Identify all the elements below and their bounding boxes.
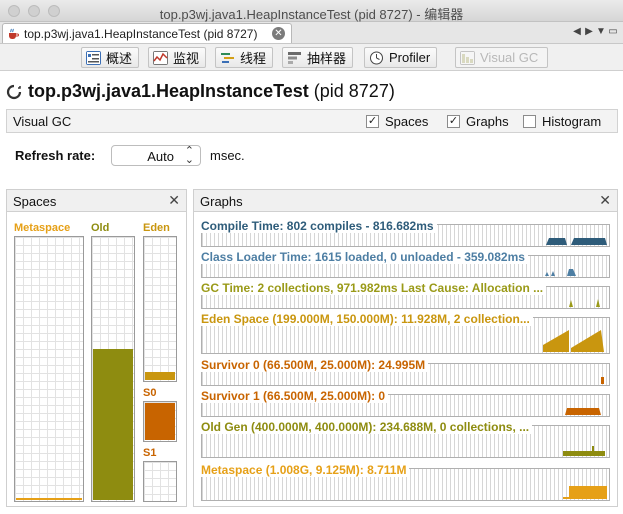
graph-label: Old Gen (400.000M, 400.000M): 234.688M, … xyxy=(201,420,533,434)
tab-visual-gc[interactable]: Visual GC xyxy=(455,47,548,68)
tab-sampler-label: 抽样器 xyxy=(307,51,347,66)
tab-threads-label: 线程 xyxy=(240,51,267,66)
document-tab[interactable]: top.p3wj.java1.HeapInstanceTest (pid 872… xyxy=(2,23,292,43)
graphs-checkbox-label: Graphs xyxy=(466,114,509,129)
graph-survivor-1: Survivor 1 (66.500M, 25.000M): 0 xyxy=(201,389,610,417)
tab-overview[interactable]: 概述 xyxy=(81,47,140,68)
close-spaces-panel-icon[interactable]: ✕ xyxy=(168,192,180,209)
space-gauge xyxy=(91,236,135,502)
histogram-checkbox-label: Histogram xyxy=(542,114,602,129)
graph-survivor-0: Survivor 0 (66.500M, 25.000M): 24.995M xyxy=(201,358,610,386)
space-gauge xyxy=(143,461,177,502)
space-name: Eden xyxy=(143,222,170,234)
visual-gc-icon xyxy=(460,50,475,65)
tab-threads[interactable]: 线程 xyxy=(215,47,274,68)
graph-label: Survivor 1 (66.500M, 25.000M): 0 xyxy=(201,389,389,403)
close-tab-icon[interactable]: ✕ xyxy=(272,27,285,40)
tab-scroll-left-icon[interactable]: ◀ xyxy=(571,26,583,37)
space-old: Old xyxy=(91,222,135,502)
graph-label: Metaspace (1.008G, 9.125M): 8.711M xyxy=(201,463,410,477)
tab-scroll-controls: ◀ ▶ ▼ ▭ xyxy=(571,26,619,37)
spaces-panel-header: Spaces ✕ xyxy=(7,190,186,212)
tab-scroll-right-icon[interactable]: ▶ xyxy=(583,26,595,37)
graph-old-gen: Old Gen (400.000M, 400.000M): 234.688M, … xyxy=(201,420,610,458)
space-name: Metaspace xyxy=(14,222,71,234)
visualvm-window: top.p3wj.java1.HeapInstanceTest (pid 872… xyxy=(0,0,623,514)
tab-list-icon[interactable]: ▼ xyxy=(595,26,607,37)
threads-icon xyxy=(221,52,234,63)
graph-label: Compile Time: 802 compiles - 816.682ms xyxy=(201,219,437,233)
graphs-panel: Graphs ✕ Compile Time: 802 compiles - 81… xyxy=(193,189,618,507)
app-name: top.p3wj.java1.HeapInstanceTest xyxy=(28,81,309,101)
graph-metaspace: Metaspace (1.008G, 9.125M): 8.711M xyxy=(201,463,610,501)
space-name: Old xyxy=(91,222,110,234)
view-tab-toolbar: 概述 监视 线程 抽样器 Profiler Visual GC xyxy=(0,44,623,71)
app-pid: (pid 8727) xyxy=(313,81,395,101)
tab-profiler-label: Profiler xyxy=(389,50,431,65)
refresh-rate-select[interactable]: Auto ⌃ ⌄ xyxy=(111,145,201,166)
refresh-rate-label: Refresh rate: xyxy=(15,148,96,163)
graph-gc-time: GC Time: 2 collections, 971.982ms Last C… xyxy=(201,281,610,309)
histogram-checkbox[interactable]: Histogram xyxy=(523,114,601,129)
sampler-icon xyxy=(288,51,301,64)
space-s0: S0 xyxy=(143,387,177,442)
space-gauge xyxy=(143,236,177,382)
java-cup-icon xyxy=(9,28,19,39)
page-title: top.p3wj.java1.HeapInstanceTest (pid 872… xyxy=(6,81,395,102)
space-gauge xyxy=(143,401,177,442)
updown-caret-icon: ⌃ ⌄ xyxy=(184,145,194,166)
graphs-check-icon: ✓ xyxy=(447,115,460,128)
spaces-check-icon: ✓ xyxy=(366,115,379,128)
graphs-checkbox[interactable]: ✓ Graphs xyxy=(447,114,509,129)
monitor-icon xyxy=(153,50,168,65)
tab-profiler[interactable]: Profiler xyxy=(364,47,438,68)
refresh-rate-value: Auto xyxy=(147,149,174,164)
spaces-panel: Spaces ✕ Metaspace Old Eden S0 S1 xyxy=(6,189,187,507)
tab-monitor-label: 监视 xyxy=(173,51,200,66)
graphs-panel-header: Graphs ✕ xyxy=(194,190,617,212)
spaces-checkbox-label: Spaces xyxy=(385,114,429,129)
window-title: top.p3wj.java1.HeapInstanceTest (pid 872… xyxy=(159,7,464,22)
document-tab-bar: top.p3wj.java1.HeapInstanceTest (pid 872… xyxy=(0,22,623,44)
space-gauge xyxy=(14,236,84,502)
graph-label: Eden Space (199.000M, 150.000M): 11.928M… xyxy=(201,312,533,326)
title-bar: top.p3wj.java1.HeapInstanceTest (pid 872… xyxy=(0,0,623,22)
histogram-check-box xyxy=(523,115,536,128)
graph-label: GC Time: 2 collections, 971.982ms Last C… xyxy=(201,281,547,295)
close-graphs-panel-icon[interactable]: ✕ xyxy=(599,192,611,209)
graph-compile-time: Compile Time: 802 compiles - 816.682ms xyxy=(201,219,610,247)
space-fill xyxy=(145,403,175,440)
profiler-icon xyxy=(370,51,383,64)
visual-gc-options-bar: Visual GC ✓ Spaces ✓ Graphs Histogram xyxy=(6,109,618,133)
space-fill xyxy=(145,371,175,380)
graphs-panel-title: Graphs xyxy=(200,194,243,209)
space-fill xyxy=(16,498,82,500)
graph-eden-space: Eden Space (199.000M, 150.000M): 11.928M… xyxy=(201,312,610,354)
loading-spinner-icon xyxy=(6,84,22,99)
tab-sampler[interactable]: 抽样器 xyxy=(282,47,354,68)
spaces-checkbox[interactable]: ✓ Spaces xyxy=(366,114,428,129)
document-tab-label: top.p3wj.java1.HeapInstanceTest (pid 872… xyxy=(24,26,258,41)
graph-label: Class Loader Time: 1615 loaded, 0 unload… xyxy=(201,250,528,264)
graph-label: Survivor 0 (66.500M, 25.000M): 24.995M xyxy=(201,358,429,372)
space-s1: S1 xyxy=(143,447,177,502)
space-name: S0 xyxy=(143,387,157,399)
space-eden: Eden xyxy=(143,222,177,382)
tab-overview-label: 概述 xyxy=(106,51,133,66)
spaces-panel-title: Spaces xyxy=(13,194,57,209)
refresh-rate-unit: msec. xyxy=(210,148,245,163)
tab-visual-gc-label: Visual GC xyxy=(480,50,539,65)
tab-monitor[interactable]: 监视 xyxy=(148,47,207,68)
graph-class-loader-time: Class Loader Time: 1615 loaded, 0 unload… xyxy=(201,250,610,278)
space-fill xyxy=(93,348,133,500)
space-metaspace: Metaspace xyxy=(14,222,84,502)
maximize-icon[interactable]: ▭ xyxy=(607,26,619,37)
space-name: S1 xyxy=(143,447,157,459)
main-content: top.p3wj.java1.HeapInstanceTest (pid 872… xyxy=(0,71,623,514)
overview-icon xyxy=(86,50,101,65)
visual-gc-label: Visual GC xyxy=(13,114,72,129)
